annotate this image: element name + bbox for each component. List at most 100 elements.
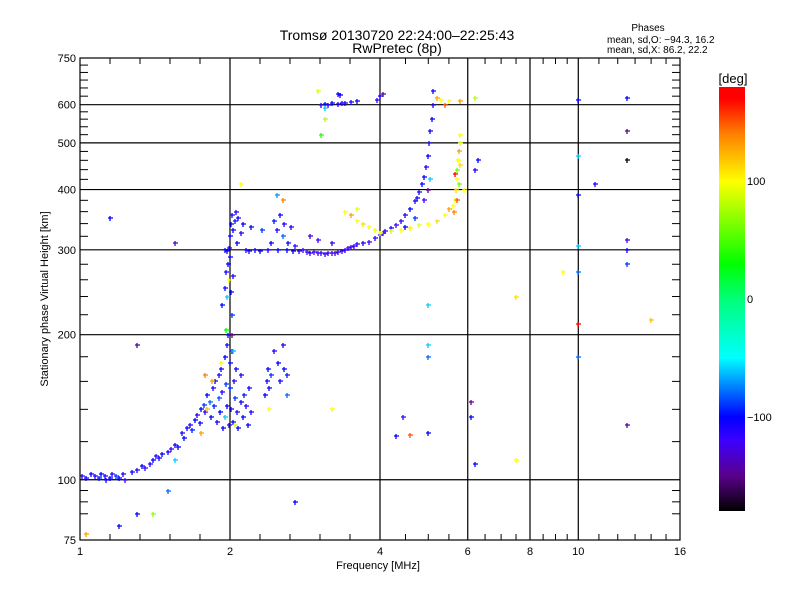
y-tick-label: 200 bbox=[58, 330, 76, 342]
data-point bbox=[401, 415, 406, 420]
data-point bbox=[231, 228, 236, 233]
data-point bbox=[514, 458, 519, 463]
data-point bbox=[231, 274, 236, 279]
colorbar-tick-label: −100 bbox=[747, 412, 772, 424]
data-point bbox=[223, 415, 228, 420]
data-point bbox=[236, 426, 241, 431]
data-point bbox=[228, 234, 233, 239]
data-point bbox=[457, 149, 462, 154]
data-point bbox=[173, 241, 178, 246]
data-point bbox=[355, 99, 360, 104]
data-point bbox=[223, 286, 228, 291]
data-point bbox=[123, 478, 128, 483]
data-point bbox=[455, 177, 460, 182]
data-point bbox=[203, 373, 208, 378]
data-point bbox=[452, 210, 457, 215]
data-point bbox=[373, 236, 378, 241]
x-tick-label: 2 bbox=[227, 546, 233, 558]
data-point bbox=[239, 182, 244, 187]
data-point bbox=[457, 182, 462, 187]
data-point bbox=[378, 94, 383, 99]
data-point bbox=[225, 404, 230, 409]
data-point bbox=[422, 175, 427, 180]
y-tick-label: 400 bbox=[58, 185, 76, 197]
data-point bbox=[289, 225, 294, 230]
data-point bbox=[218, 410, 223, 415]
colorbar: [deg] 100 0 −100 bbox=[719, 71, 772, 511]
data-point bbox=[403, 225, 408, 230]
data-point bbox=[224, 270, 229, 275]
data-point bbox=[267, 407, 272, 412]
y-axis-label: Stationary phase Virtual Height [km] bbox=[39, 211, 51, 386]
y-tick-label: 75 bbox=[64, 535, 76, 547]
data-point bbox=[135, 468, 140, 473]
data-point bbox=[367, 240, 372, 245]
data-point bbox=[319, 133, 324, 138]
data-point bbox=[426, 154, 431, 159]
x-tick-label: 1 bbox=[77, 546, 83, 558]
data-point bbox=[352, 244, 357, 249]
data-point bbox=[430, 117, 435, 122]
data-point bbox=[285, 373, 290, 378]
data-point bbox=[458, 99, 463, 104]
data-point bbox=[205, 393, 210, 398]
data-point bbox=[462, 188, 467, 193]
data-point bbox=[193, 418, 198, 423]
data-point bbox=[202, 403, 207, 408]
data-point bbox=[278, 379, 283, 384]
data-point bbox=[426, 343, 431, 348]
data-point bbox=[275, 193, 280, 198]
data-point bbox=[234, 210, 239, 215]
data-point bbox=[417, 223, 422, 228]
data-point bbox=[426, 222, 431, 227]
data-point bbox=[625, 158, 630, 163]
data-point bbox=[426, 431, 431, 436]
data-point bbox=[265, 379, 270, 384]
data-point bbox=[625, 423, 630, 428]
data-point bbox=[330, 241, 335, 246]
data-point bbox=[408, 207, 413, 212]
data-point bbox=[269, 373, 274, 378]
data-point bbox=[454, 188, 459, 193]
data-point bbox=[408, 433, 413, 438]
data-point bbox=[456, 158, 461, 163]
data-point bbox=[389, 229, 394, 234]
data-point bbox=[267, 386, 272, 391]
data-point bbox=[343, 210, 348, 215]
data-point bbox=[135, 512, 140, 517]
data-point bbox=[227, 278, 232, 283]
data-point bbox=[276, 361, 281, 366]
ionogram-chart: Tromsø 20130720 22:24:00–22:25:43 RwPret… bbox=[39, 23, 772, 572]
data-point bbox=[166, 450, 171, 455]
data-point bbox=[428, 177, 433, 182]
data-point bbox=[208, 400, 213, 405]
data-point bbox=[227, 423, 232, 428]
data-point bbox=[447, 99, 452, 104]
colorbar-label: [deg] bbox=[719, 71, 748, 86]
data-point bbox=[576, 322, 581, 327]
data-point bbox=[281, 343, 286, 348]
data-point bbox=[625, 238, 630, 243]
data-point bbox=[249, 225, 254, 230]
data-point bbox=[451, 204, 456, 209]
data-point bbox=[458, 133, 463, 138]
data-point bbox=[576, 355, 581, 360]
data-point bbox=[469, 415, 474, 420]
y-tick-labels: 75 100 200 300 400 500 600 750 bbox=[58, 53, 76, 547]
data-point bbox=[117, 524, 122, 529]
data-point bbox=[225, 295, 230, 300]
data-point bbox=[361, 241, 366, 246]
data-point bbox=[355, 207, 360, 212]
data-point bbox=[293, 500, 298, 505]
y-tick-label: 600 bbox=[58, 100, 76, 112]
data-point bbox=[224, 382, 229, 387]
data-point bbox=[157, 456, 162, 461]
data-point bbox=[210, 379, 215, 384]
data-point bbox=[166, 489, 171, 494]
data-point bbox=[215, 420, 220, 425]
data-point bbox=[249, 410, 254, 415]
data-point bbox=[211, 386, 216, 391]
data-point bbox=[343, 248, 348, 253]
y-tick-label: 300 bbox=[58, 245, 76, 257]
data-point bbox=[199, 407, 204, 412]
